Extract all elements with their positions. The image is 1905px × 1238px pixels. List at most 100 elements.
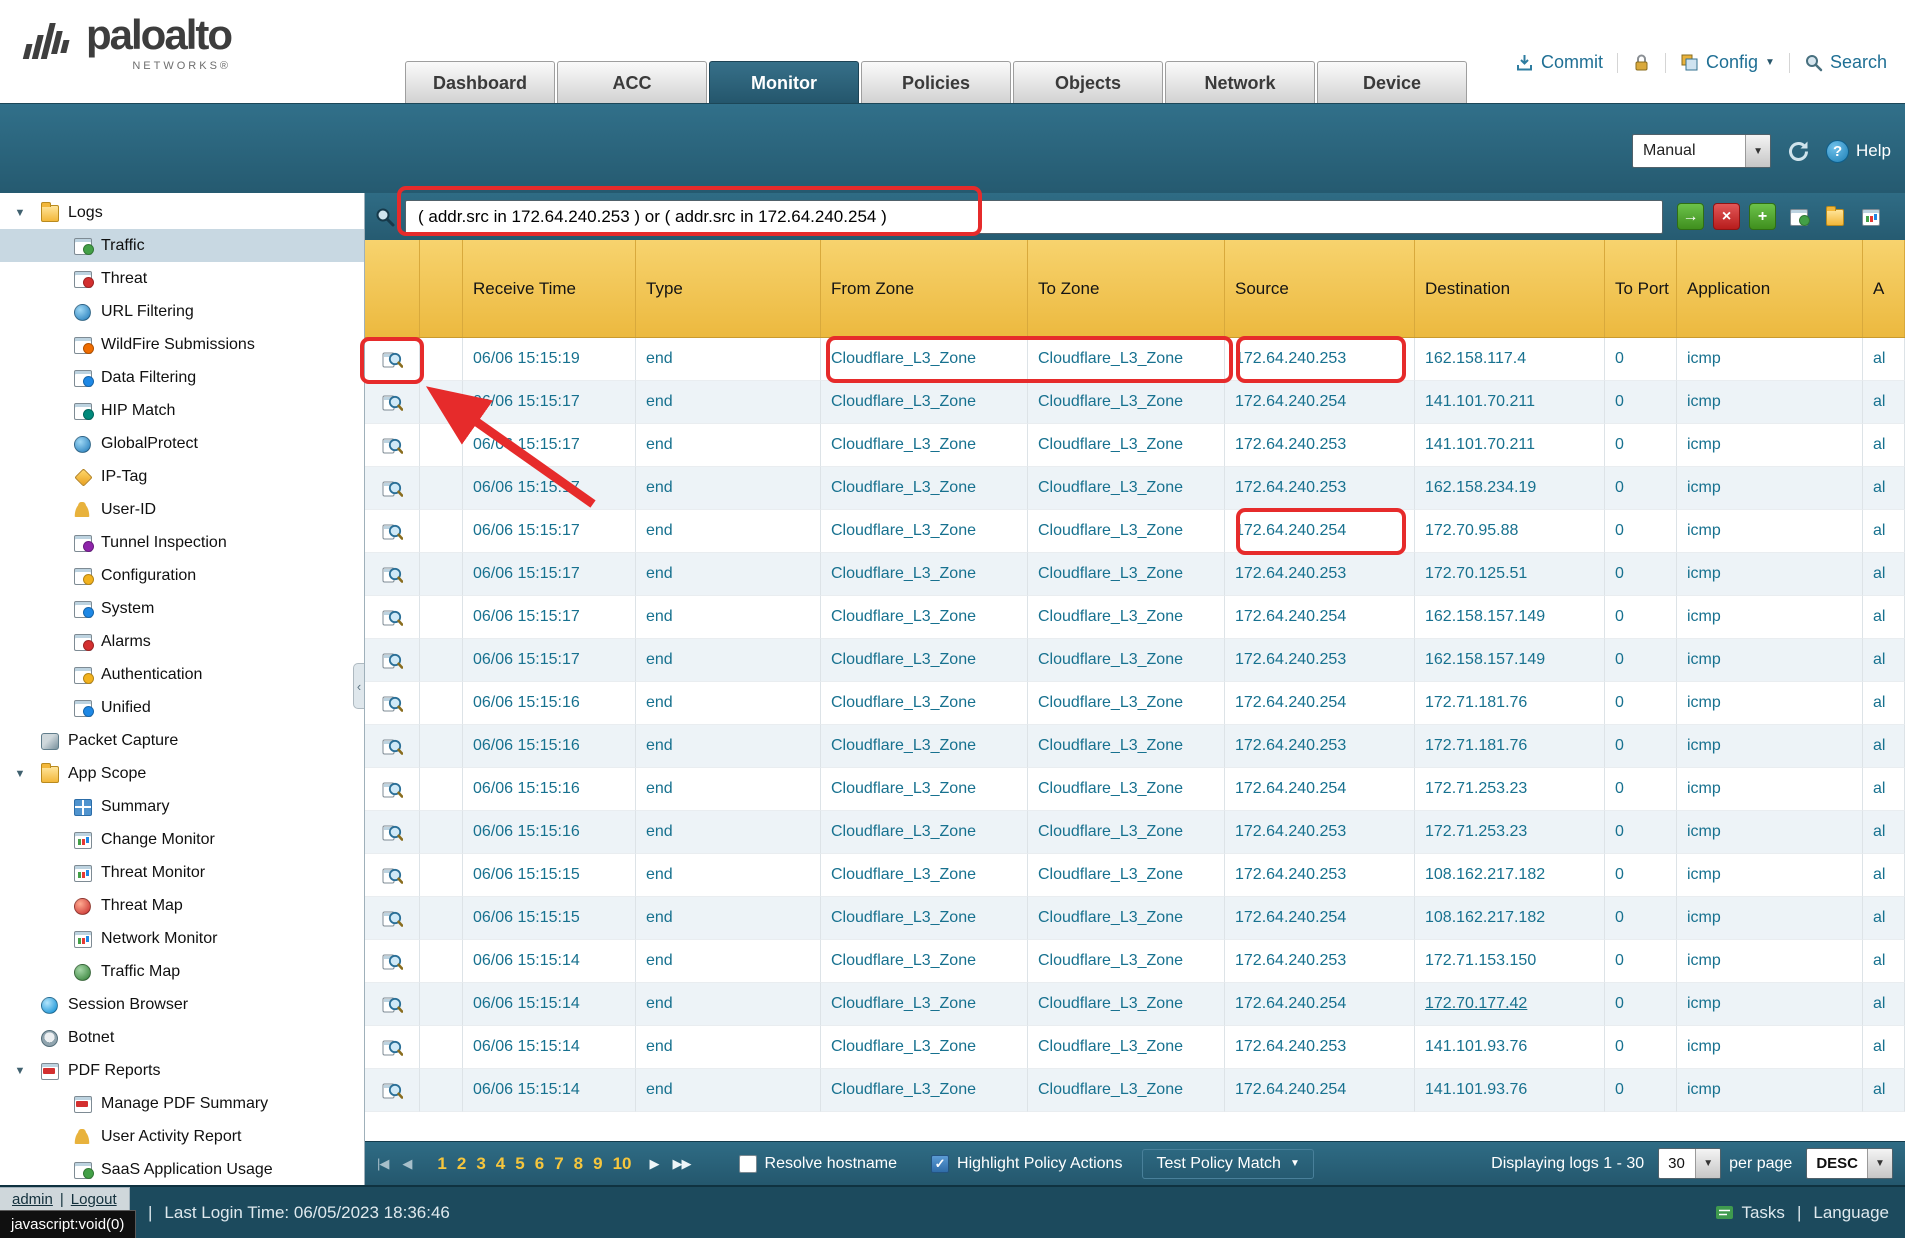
- sidebar-item-manage-pdf-summary[interactable]: Manage PDF Summary: [0, 1087, 364, 1120]
- cell-to-port[interactable]: 0: [1605, 553, 1677, 596]
- cell-destination[interactable]: 172.71.253.23: [1415, 811, 1605, 854]
- sidebar-collapse-handle[interactable]: ‹: [353, 663, 364, 709]
- cell-to-zone[interactable]: Cloudflare_L3_Zone: [1028, 381, 1225, 424]
- cell-destination[interactable]: 162.158.157.149: [1415, 639, 1605, 682]
- cell-destination[interactable]: 141.101.93.76: [1415, 1026, 1605, 1069]
- cell-destination[interactable]: 141.101.70.211: [1415, 424, 1605, 467]
- export-logs-button[interactable]: [1857, 203, 1884, 230]
- cell-destination[interactable]: 172.71.181.76: [1415, 725, 1605, 768]
- cell-type[interactable]: end: [636, 381, 821, 424]
- tasks-button[interactable]: Tasks: [1715, 1203, 1784, 1223]
- cell-receive-time[interactable]: 06/06 15:15:16: [463, 725, 636, 768]
- table-row[interactable]: 06/06 15:15:16endCloudflare_L3_ZoneCloud…: [365, 682, 1905, 725]
- cell-action[interactable]: al: [1863, 940, 1905, 983]
- cell-application[interactable]: icmp: [1677, 1069, 1863, 1112]
- cell-to-zone[interactable]: Cloudflare_L3_Zone: [1028, 1069, 1225, 1112]
- cell-destination[interactable]: 162.158.157.149: [1415, 596, 1605, 639]
- cell-type[interactable]: end: [636, 983, 821, 1026]
- cell-action[interactable]: al: [1863, 854, 1905, 897]
- load-filter-button[interactable]: [1821, 203, 1848, 230]
- table-row[interactable]: 06/06 15:15:14endCloudflare_L3_ZoneCloud…: [365, 983, 1905, 1026]
- tab-policies[interactable]: Policies: [861, 61, 1011, 103]
- cell-type[interactable]: end: [636, 510, 821, 553]
- cell-application[interactable]: icmp: [1677, 510, 1863, 553]
- page-2[interactable]: 2: [457, 1154, 466, 1174]
- sidebar-item-threat-map[interactable]: Threat Map: [0, 889, 364, 922]
- cell-type[interactable]: end: [636, 854, 821, 897]
- cell-to-port[interactable]: 0: [1605, 854, 1677, 897]
- cell-action[interactable]: al: [1863, 381, 1905, 424]
- lock-icon[interactable]: [1632, 53, 1651, 72]
- cell-application[interactable]: icmp: [1677, 768, 1863, 811]
- table-row[interactable]: 06/06 15:15:16endCloudflare_L3_ZoneCloud…: [365, 725, 1905, 768]
- log-detail-icon[interactable]: [382, 952, 403, 971]
- tab-dashboard[interactable]: Dashboard: [405, 61, 555, 103]
- cell-to-zone[interactable]: Cloudflare_L3_Zone: [1028, 1026, 1225, 1069]
- sidebar-item-botnet[interactable]: Botnet: [0, 1021, 364, 1054]
- table-row[interactable]: 06/06 15:15:17endCloudflare_L3_ZoneCloud…: [365, 510, 1905, 553]
- cell-to-zone[interactable]: Cloudflare_L3_Zone: [1028, 424, 1225, 467]
- cell-receive-time[interactable]: 06/06 15:15:14: [463, 1026, 636, 1069]
- page-4[interactable]: 4: [496, 1154, 505, 1174]
- cell-to-port[interactable]: 0: [1605, 639, 1677, 682]
- cell-action[interactable]: al: [1863, 682, 1905, 725]
- log-detail-icon[interactable]: [382, 651, 403, 670]
- cell-to-port[interactable]: 0: [1605, 381, 1677, 424]
- cell-source[interactable]: 172.64.240.253: [1225, 639, 1415, 682]
- sidebar-item-wildfire-submissions[interactable]: WildFire Submissions: [0, 328, 364, 361]
- sidebar-item-logs[interactable]: ▼Logs: [0, 196, 364, 229]
- cell-to-zone[interactable]: Cloudflare_L3_Zone: [1028, 811, 1225, 854]
- cell-application[interactable]: icmp: [1677, 983, 1863, 1026]
- cell-receive-time[interactable]: 06/06 15:15:17: [463, 424, 636, 467]
- page-10[interactable]: 10: [613, 1154, 632, 1174]
- cell-receive-time[interactable]: 06/06 15:15:17: [463, 381, 636, 424]
- cell-from-zone[interactable]: Cloudflare_L3_Zone: [821, 596, 1028, 639]
- cell-action[interactable]: al: [1863, 983, 1905, 1026]
- cell-to-zone[interactable]: Cloudflare_L3_Zone: [1028, 897, 1225, 940]
- sidebar-item-hip-match[interactable]: HIP Match: [0, 394, 364, 427]
- page-1[interactable]: 1: [437, 1154, 446, 1174]
- next-page-button[interactable]: ▶: [650, 1156, 659, 1172]
- sidebar-item-unified[interactable]: Unified: [0, 691, 364, 724]
- per-page-select[interactable]: 30 ▼: [1658, 1148, 1721, 1179]
- cell-to-port[interactable]: 0: [1605, 424, 1677, 467]
- sidebar-item-authentication[interactable]: Authentication: [0, 658, 364, 691]
- cell-source[interactable]: 172.64.240.253: [1225, 854, 1415, 897]
- cell-action[interactable]: al: [1863, 510, 1905, 553]
- cell-application[interactable]: icmp: [1677, 639, 1863, 682]
- log-detail-icon[interactable]: [382, 737, 403, 756]
- cell-destination[interactable]: 172.71.153.150: [1415, 940, 1605, 983]
- cell-destination[interactable]: 141.101.70.211: [1415, 381, 1605, 424]
- cell-from-zone[interactable]: Cloudflare_L3_Zone: [821, 725, 1028, 768]
- cell-from-zone[interactable]: Cloudflare_L3_Zone: [821, 467, 1028, 510]
- log-detail-icon[interactable]: [382, 866, 403, 885]
- search-button[interactable]: Search: [1804, 52, 1887, 73]
- cell-action[interactable]: al: [1863, 467, 1905, 510]
- sidebar-item-traffic-map[interactable]: Traffic Map: [0, 955, 364, 988]
- cell-to-port[interactable]: 0: [1605, 983, 1677, 1026]
- cell-receive-time[interactable]: 06/06 15:15:14: [463, 940, 636, 983]
- cell-action[interactable]: al: [1863, 811, 1905, 854]
- cell-source[interactable]: 172.64.240.253: [1225, 424, 1415, 467]
- sidebar-item-tunnel-inspection[interactable]: Tunnel Inspection: [0, 526, 364, 559]
- cell-destination[interactable]: 162.158.117.4: [1415, 338, 1605, 381]
- highlight-policy-checkbox[interactable]: ✓: [931, 1155, 949, 1173]
- sidebar-item-threat[interactable]: Threat: [0, 262, 364, 295]
- sidebar-item-data-filtering[interactable]: Data Filtering: [0, 361, 364, 394]
- cell-source[interactable]: 172.64.240.254: [1225, 768, 1415, 811]
- tab-device[interactable]: Device: [1317, 61, 1467, 103]
- cell-source[interactable]: 172.64.240.254: [1225, 682, 1415, 725]
- log-detail-icon[interactable]: [382, 995, 403, 1014]
- cell-source[interactable]: 172.64.240.253: [1225, 940, 1415, 983]
- table-row[interactable]: 06/06 15:15:19endCloudflare_L3_ZoneCloud…: [365, 338, 1905, 381]
- cell-source[interactable]: 172.64.240.253: [1225, 811, 1415, 854]
- refresh-icon[interactable]: [1785, 138, 1812, 165]
- cell-source[interactable]: 172.64.240.254: [1225, 510, 1415, 553]
- cell-to-port[interactable]: 0: [1605, 1069, 1677, 1112]
- log-detail-icon[interactable]: [382, 479, 403, 498]
- sidebar-item-alarms[interactable]: Alarms: [0, 625, 364, 658]
- log-detail-icon[interactable]: [382, 350, 403, 369]
- cell-to-port[interactable]: 0: [1605, 811, 1677, 854]
- cell-to-port[interactable]: 0: [1605, 467, 1677, 510]
- cell-receive-time[interactable]: 06/06 15:15:15: [463, 897, 636, 940]
